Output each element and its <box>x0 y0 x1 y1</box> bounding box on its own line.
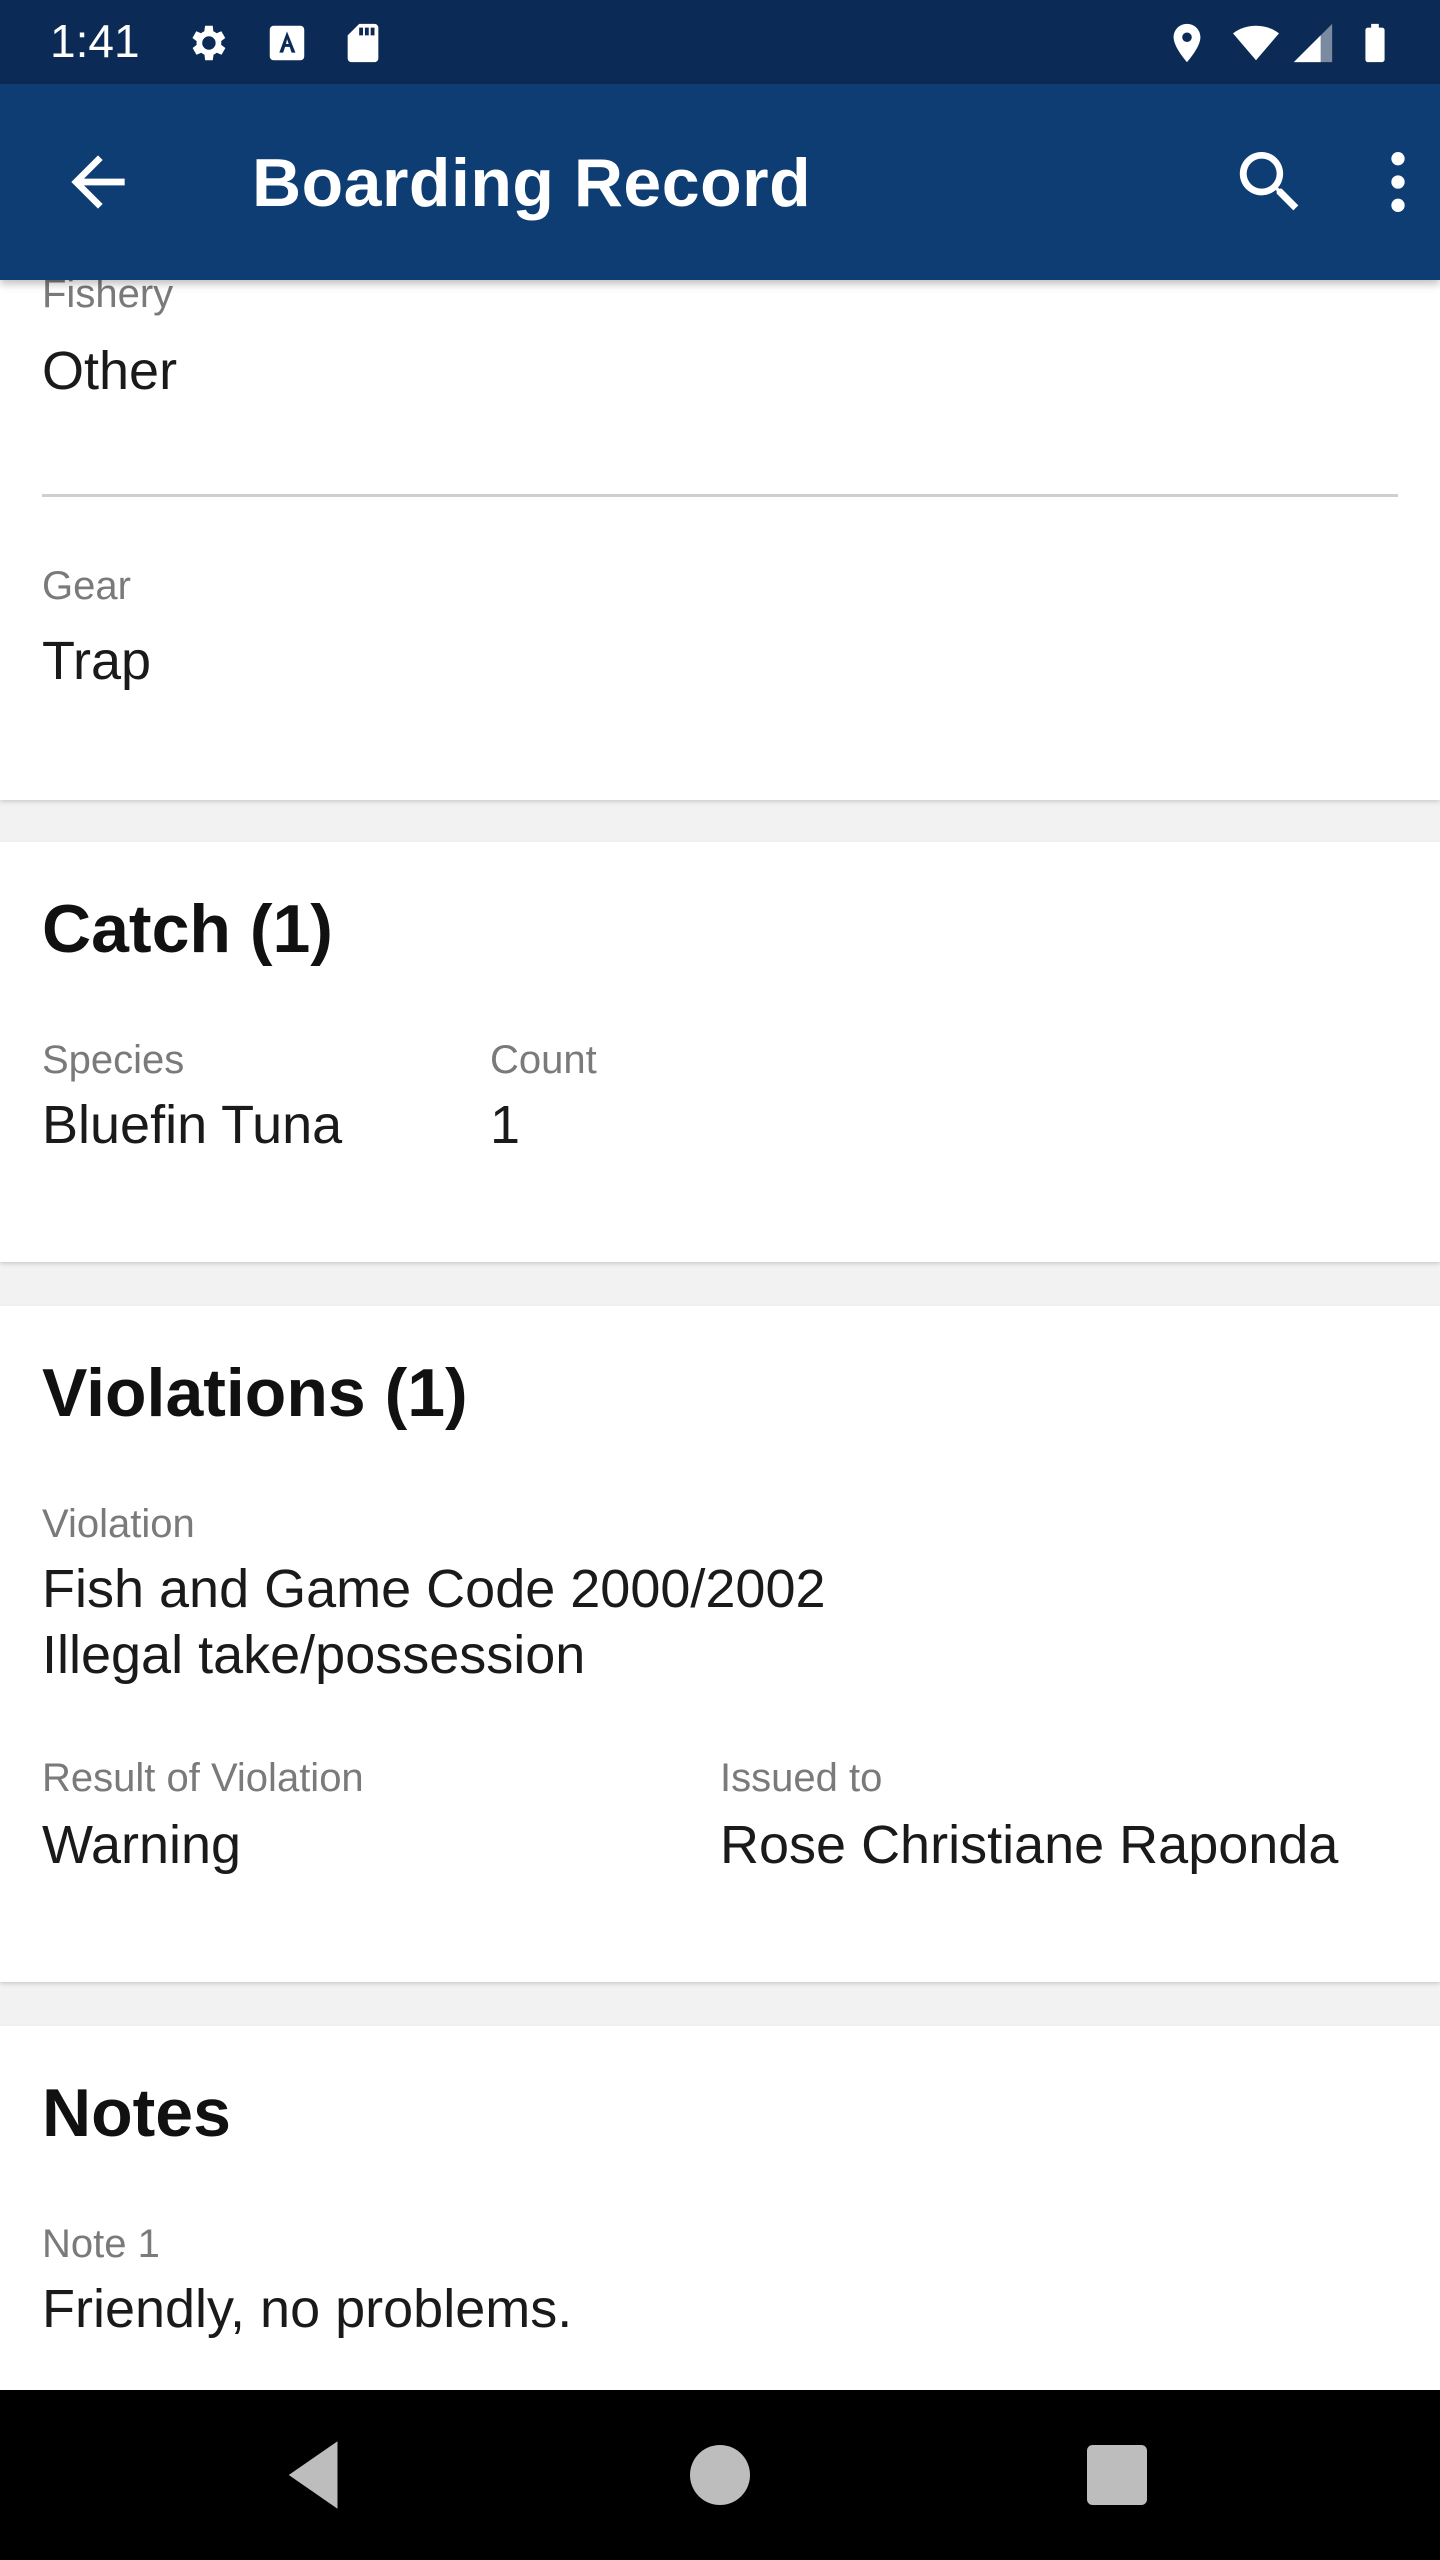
back-triangle-icon[interactable] <box>270 2430 360 2520</box>
system-nav-bar <box>0 2390 1440 2560</box>
gear-value[interactable]: Trap <box>42 628 151 694</box>
issued-to-label: Issued to <box>720 1756 883 1800</box>
font-a-icon <box>269 25 305 61</box>
catch-card: Catch (1) Species Bluefin Tuna Count 1 <box>0 842 1440 1262</box>
general-card: Fishery Other Gear Trap <box>0 280 1440 800</box>
count-value[interactable]: 1 <box>490 1092 520 1158</box>
location-icon <box>1173 23 1201 63</box>
gear-icon <box>192 25 226 61</box>
app-bar: Boarding Record <box>0 84 1440 280</box>
home-circle-icon[interactable] <box>675 2430 765 2520</box>
recents-square-icon[interactable] <box>1072 2430 1162 2520</box>
issued-to-value[interactable]: Rose Christiane Raponda <box>720 1812 1338 1878</box>
status-time: 1:41 <box>50 15 140 67</box>
violations-section-title: Violations (1) <box>42 1355 468 1431</box>
status-bar: 1:41 <box>0 0 1440 84</box>
more-vert-icon[interactable] <box>1358 142 1438 222</box>
wifi-icon <box>1233 25 1279 61</box>
violation-label: Violation <box>42 1502 195 1546</box>
gear-label: Gear <box>42 564 131 608</box>
catch-section-title: Catch (1) <box>42 891 333 967</box>
result-value[interactable]: Warning <box>42 1812 241 1878</box>
count-label: Count <box>490 1038 597 1082</box>
notes-card: Notes Note 1 Friendly, no problems. <box>0 2026 1440 2390</box>
record-content[interactable]: Fishery Other Gear Trap Catch (1) Specie… <box>0 280 1440 2390</box>
fishery-label: Fishery <box>42 280 174 316</box>
signal-icon <box>1293 23 1333 63</box>
violation-description[interactable]: Illegal take/possession <box>42 1622 585 1688</box>
field-divider <box>42 494 1398 497</box>
species-value[interactable]: Bluefin Tuna <box>42 1092 342 1158</box>
violations-card: Violations (1) Violation Fish and Game C… <box>0 1306 1440 1982</box>
violation-code[interactable]: Fish and Game Code 2000/2002 <box>42 1556 826 1622</box>
note-label: Note 1 <box>42 2222 160 2266</box>
notes-section-title: Notes <box>42 2075 231 2151</box>
note-value[interactable]: Friendly, no problems. <box>42 2276 572 2342</box>
search-icon[interactable] <box>1230 142 1310 222</box>
sd-card-icon <box>347 23 379 63</box>
species-label: Species <box>42 1038 185 1082</box>
result-label: Result of Violation <box>42 1756 364 1800</box>
battery-icon <box>1365 23 1385 63</box>
fishery-value[interactable]: Other <box>42 338 177 404</box>
page-title: Boarding Record <box>252 145 812 221</box>
arrow-left-icon[interactable] <box>58 142 138 222</box>
